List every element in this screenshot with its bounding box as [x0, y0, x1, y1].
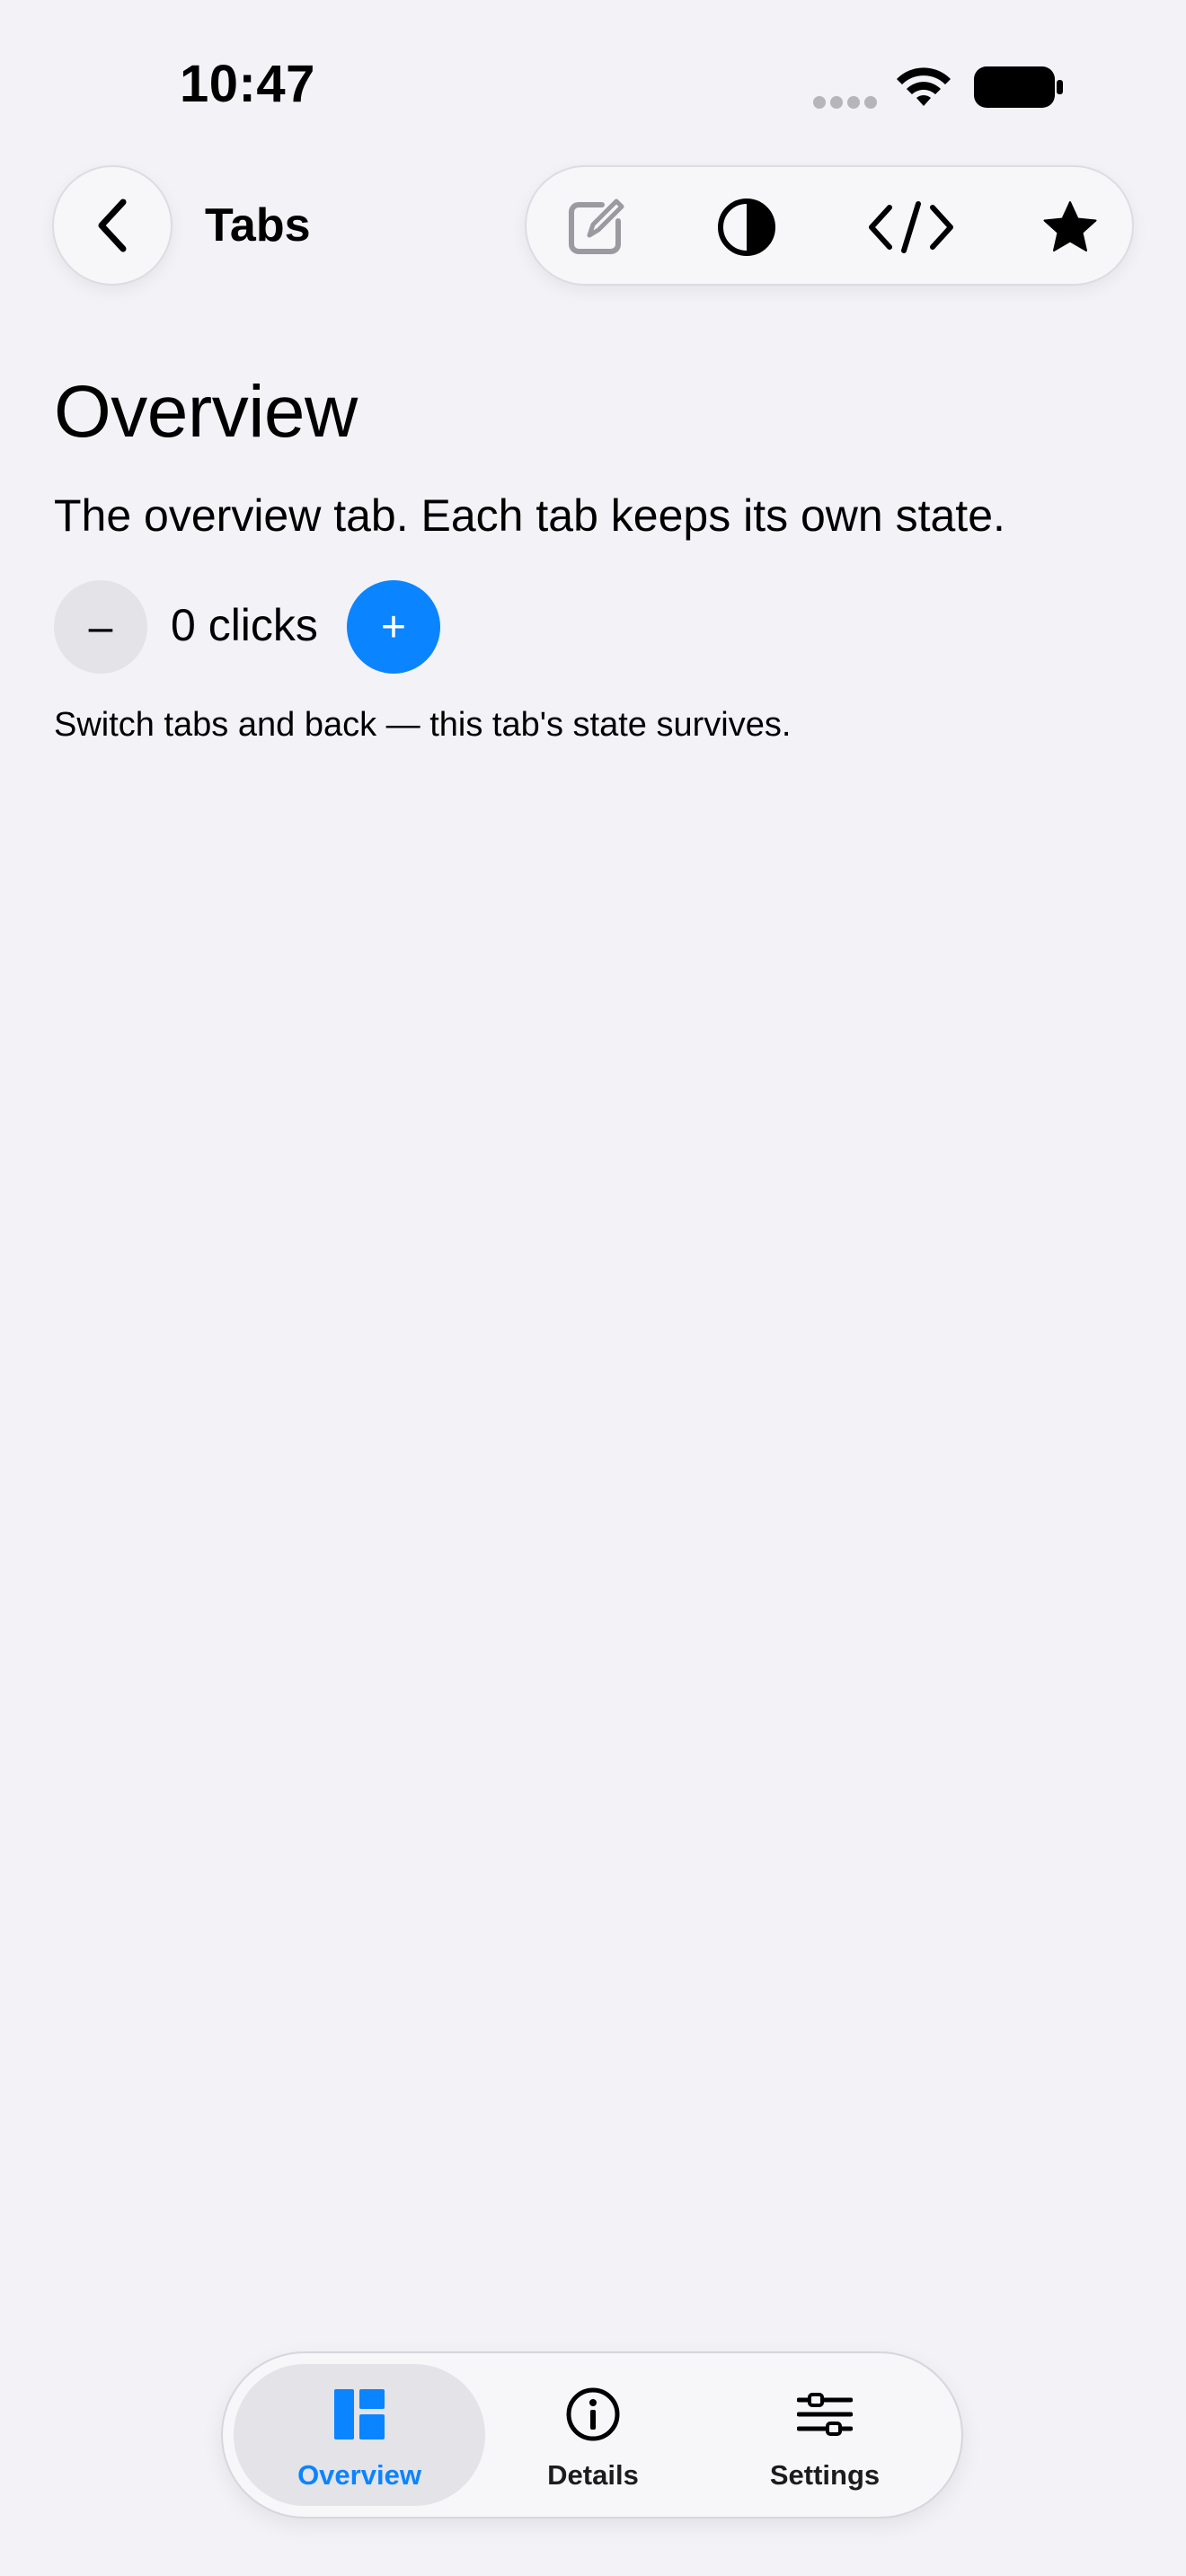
- tab-settings[interactable]: Settings: [699, 2364, 951, 2506]
- theme-toggle-button[interactable]: [715, 196, 778, 259]
- nav-title: Tabs: [205, 199, 311, 251]
- battery-icon: [974, 66, 1063, 108]
- page-title: Overview: [54, 371, 358, 453]
- compose-icon: [569, 198, 624, 254]
- wifi-icon: [897, 67, 951, 106]
- tab-overview[interactable]: Overview: [234, 2364, 485, 2506]
- decrement-button[interactable]: –: [54, 580, 147, 674]
- compose-button[interactable]: [564, 196, 627, 259]
- page-description: The overview tab. Each tab keeps its own…: [54, 490, 1005, 541]
- contrast-icon: [718, 198, 775, 256]
- source-code-button[interactable]: [866, 196, 956, 259]
- plus-icon: +: [380, 603, 407, 651]
- tab-label-details: Details: [547, 2459, 639, 2491]
- cellular-signal-icon: [813, 96, 877, 109]
- state-hint: Switch tabs and back — this tab's state …: [54, 706, 792, 744]
- status-time: 10:47: [180, 55, 315, 113]
- overview-icon: [331, 2386, 388, 2443]
- toolbar: [525, 165, 1134, 286]
- tab-bar: Overview Details Settings: [221, 2351, 963, 2519]
- tab-label-settings: Settings: [769, 2459, 881, 2491]
- increment-button[interactable]: +: [347, 580, 440, 674]
- sliders-icon: [796, 2386, 854, 2443]
- code-icon: [869, 201, 953, 253]
- chevron-left-icon: [98, 198, 127, 252]
- info-icon: [564, 2386, 622, 2443]
- click-count: 0 clicks: [171, 600, 318, 650]
- back-button[interactable]: [52, 165, 173, 286]
- favorite-button[interactable]: [1039, 196, 1102, 259]
- minus-icon: –: [88, 603, 113, 651]
- star-icon: [1043, 201, 1097, 251]
- tab-details[interactable]: Details: [467, 2364, 719, 2506]
- tab-label-overview: Overview: [297, 2459, 421, 2491]
